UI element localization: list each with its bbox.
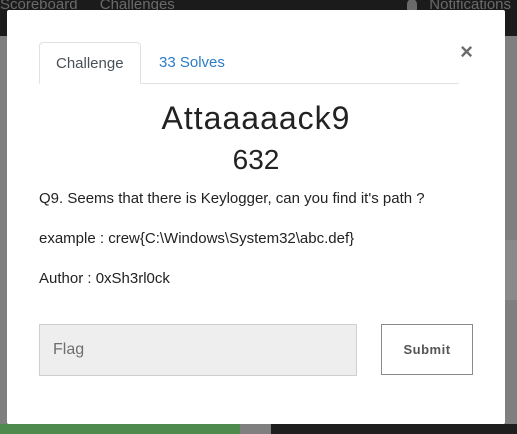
- challenge-description-line: Q9. Seems that there is Keylogger, can y…: [39, 190, 425, 207]
- background-unsolved-card: [271, 424, 517, 434]
- flag-input[interactable]: [39, 324, 357, 376]
- modal-tabs: Challenge 33 Solves: [39, 42, 459, 84]
- challenge-author-line: Author : 0xSh3rl0ck: [39, 270, 170, 287]
- challenge-modal: Challenge 33 Solves × Attaaaaack9 632 Q9…: [7, 10, 505, 424]
- background-card: [505, 240, 517, 300]
- background-solved-card: [0, 424, 240, 434]
- challenge-title: Attaaaaack9: [161, 100, 351, 136]
- submit-button[interactable]: Submit: [381, 324, 473, 375]
- tab-challenge[interactable]: Challenge: [39, 42, 141, 84]
- close-icon[interactable]: ×: [460, 40, 473, 64]
- challenge-example-line: example : crew{C:\Windows\System32\abc.d…: [39, 230, 355, 247]
- challenge-points: 632: [232, 144, 280, 175]
- tab-solves[interactable]: 33 Solves: [143, 42, 241, 83]
